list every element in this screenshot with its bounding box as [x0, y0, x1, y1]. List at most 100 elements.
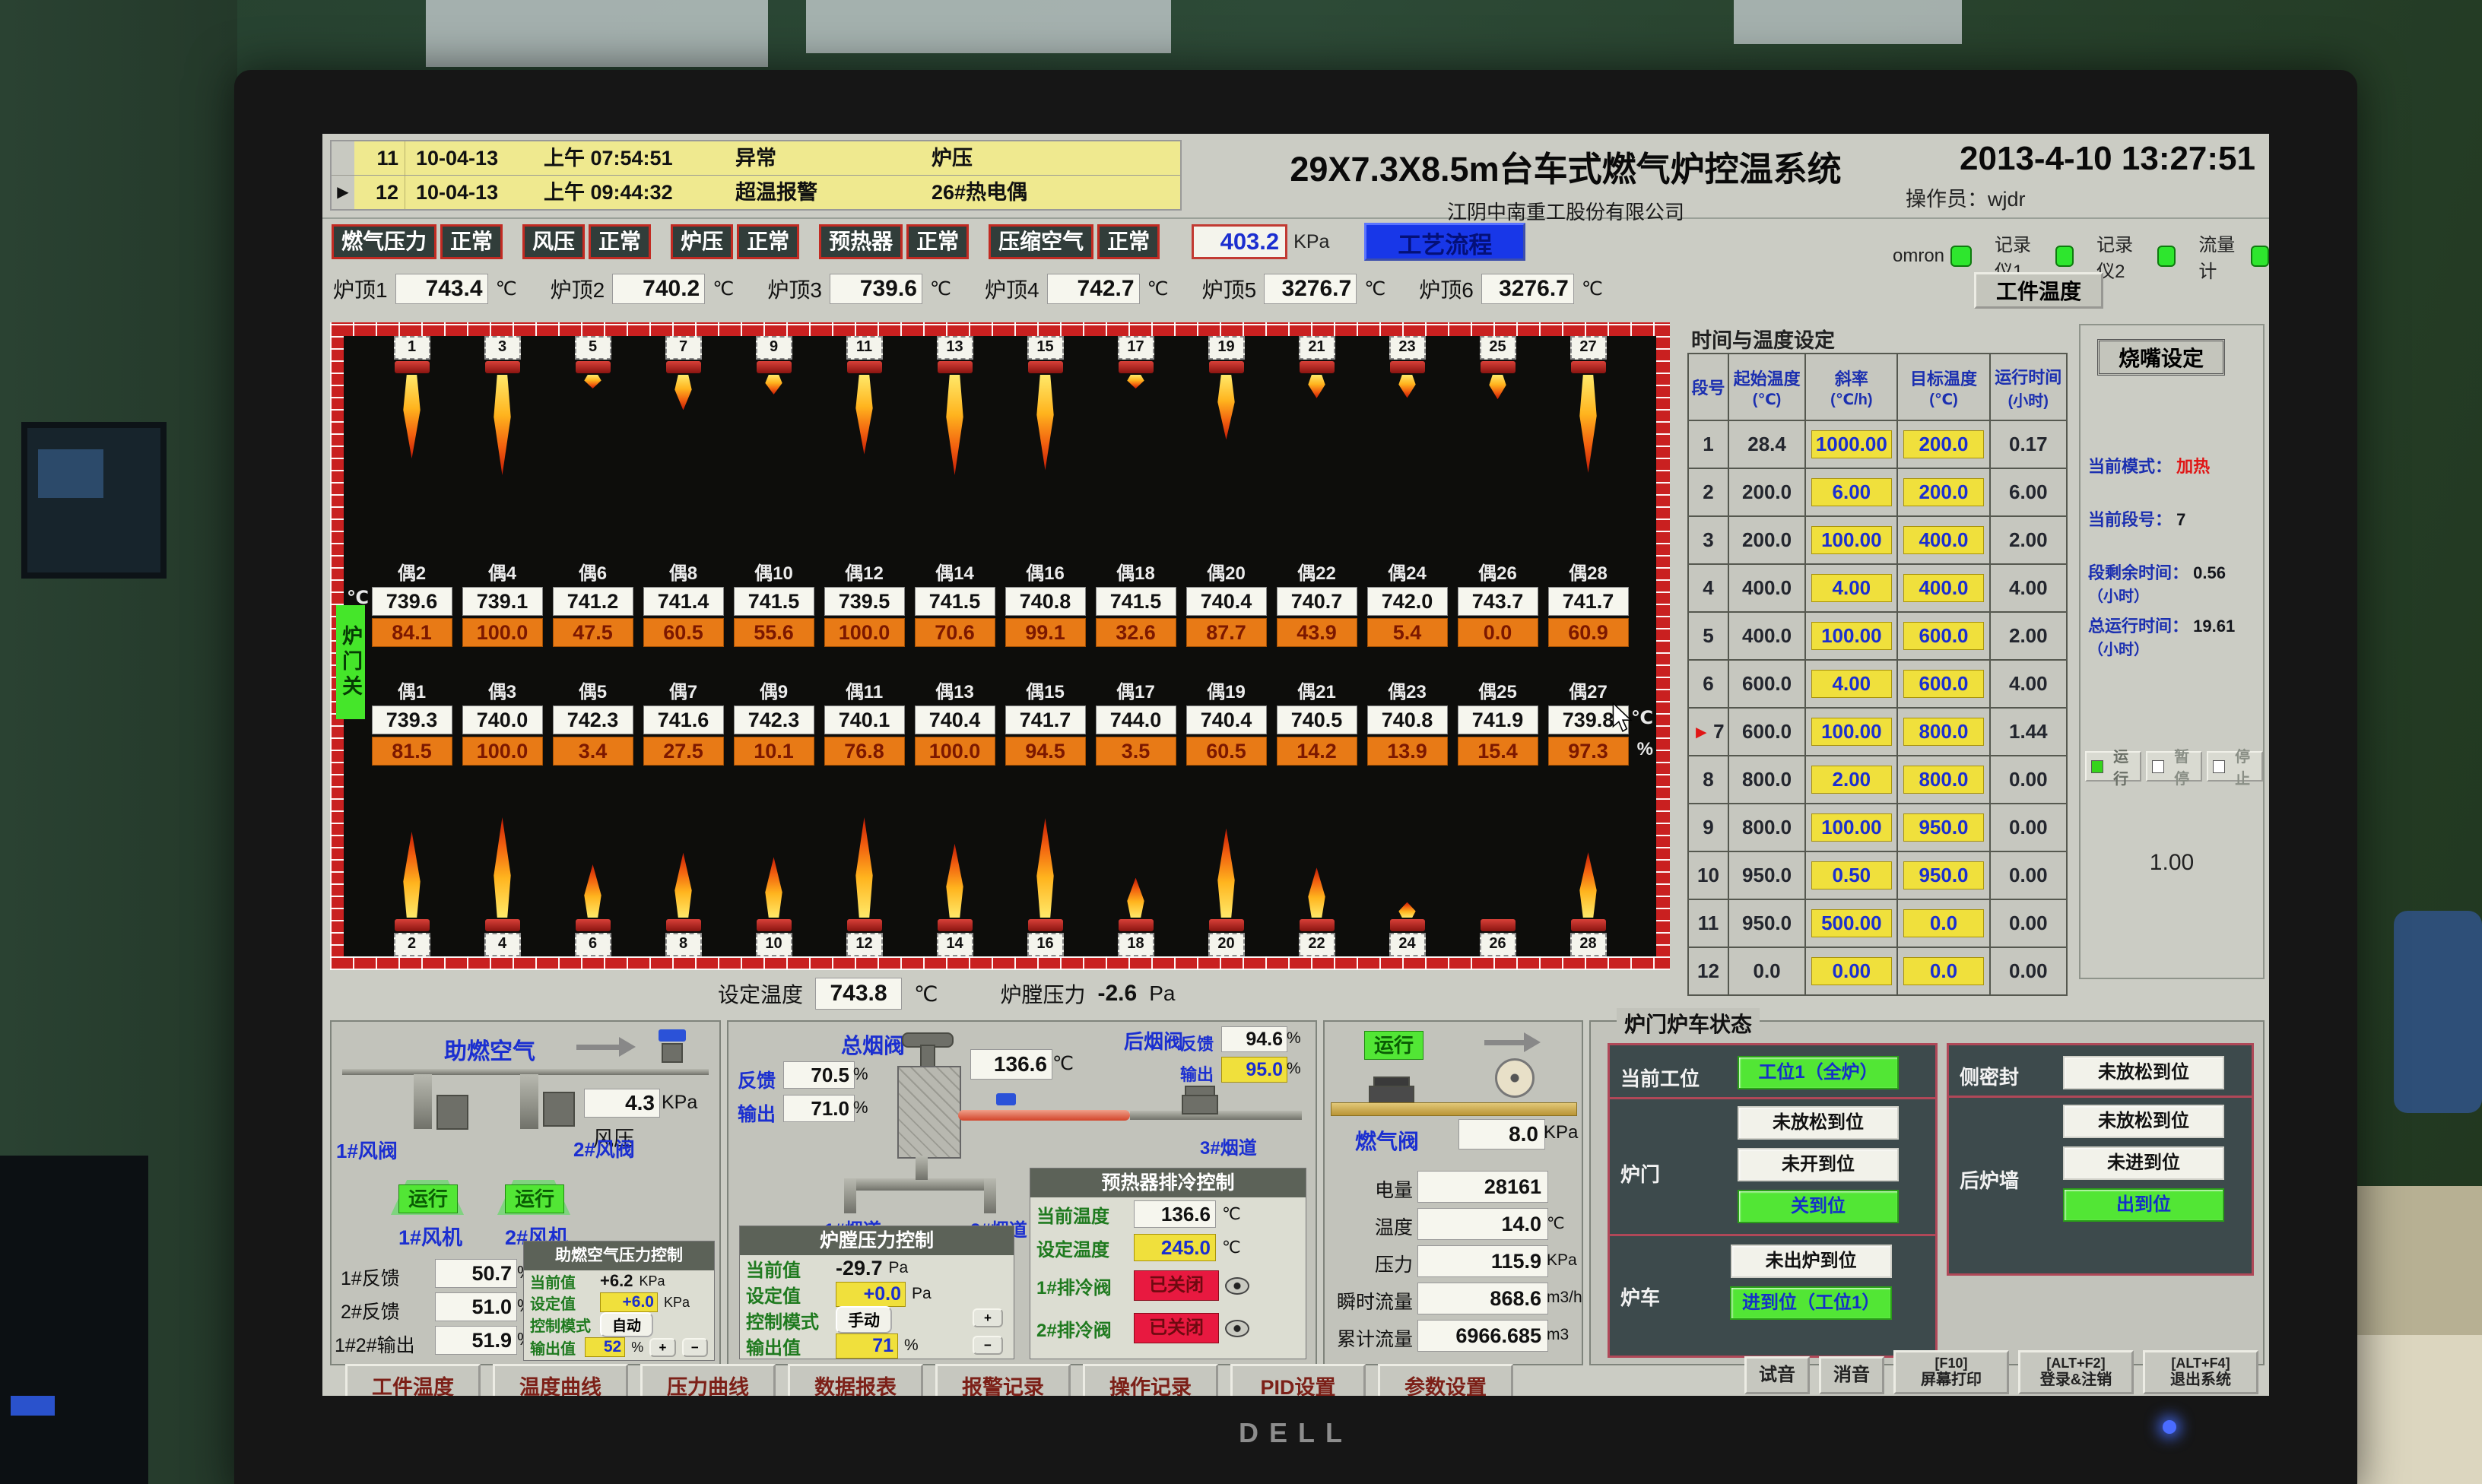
thermocouple-output-pct: 97.3	[1548, 737, 1629, 766]
schedule-target-value[interactable]: 600.0	[1903, 622, 1984, 650]
thermocouple-readout: 偶2739.684.1	[367, 558, 457, 647]
schedule-target-value[interactable]: 950.0	[1903, 813, 1984, 842]
thermocouple-temp: 740.7	[1277, 587, 1357, 616]
schedule-slope-value[interactable]: 0.00	[1811, 957, 1892, 985]
schedule-slope-value[interactable]: 0.50	[1811, 861, 1892, 889]
precool-valve1-eye-icon[interactable]	[1225, 1277, 1249, 1295]
run-button[interactable]: 运行	[2085, 751, 2141, 782]
chamber-plus-button[interactable]: +	[973, 1308, 1003, 1327]
burner-body-icon	[1481, 919, 1516, 931]
air-output-minus-button[interactable]: −	[682, 1338, 708, 1357]
gas-pressure-value: 403.2	[1192, 224, 1287, 259]
background-poster	[806, 0, 1171, 53]
schedule-target-value[interactable]: 400.0	[1903, 574, 1984, 602]
schedule-target-cell: 0.0	[1897, 947, 1989, 995]
nav-tab[interactable]: 报警记录	[935, 1364, 1071, 1396]
nav-tab[interactable]: 操作记录	[1083, 1364, 1218, 1396]
schedule-start-temp: 600.0	[1728, 708, 1805, 756]
schedule-target-value[interactable]: 0.0	[1903, 909, 1984, 937]
schedule-target-cell: 800.0	[1897, 708, 1989, 756]
pause-button[interactable]: 暂停	[2146, 751, 2202, 782]
air-title: 助燃空气	[444, 1032, 535, 1066]
run-control-buttons: 运行 暂停 停止	[2085, 751, 2263, 782]
burner-body-icon	[847, 361, 882, 373]
schedule-slope-value[interactable]: 4.00	[1811, 574, 1892, 602]
status-badge-state: 正常	[589, 224, 651, 259]
workpiece-temp-button[interactable]: 工件温度	[1974, 272, 2103, 309]
thermocouple-output-pct: 70.6	[915, 618, 995, 647]
thermocouple-readout: 偶8741.460.5	[638, 558, 728, 647]
thermocouple-readout: 偶23740.813.9	[1362, 677, 1452, 766]
system-button[interactable]: [ALT+F4]退出系统	[2143, 1350, 2258, 1394]
flame-icon	[1306, 867, 1328, 918]
chamber-set-value[interactable]: +0.0	[836, 1282, 906, 1307]
alarm-active-marker: ▶	[332, 176, 354, 209]
air-mode-button[interactable]: 自动	[600, 1312, 653, 1337]
precool-valve2-eye-icon[interactable]	[1225, 1320, 1249, 1337]
stop-button[interactable]: 停止	[2207, 751, 2263, 782]
schedule-target-value[interactable]: 200.0	[1903, 430, 1984, 458]
gas-row-unit: ℃	[1547, 1214, 1565, 1233]
schedule-target-value[interactable]: 800.0	[1903, 766, 1984, 794]
schedule-segment-cell: 10	[1688, 851, 1728, 899]
schedule-slope-cell: 100.00	[1805, 804, 1897, 851]
state-box: 工位1（全炉）	[1738, 1056, 1899, 1089]
schedule-slope-value[interactable]: 100.00	[1811, 718, 1892, 746]
status-badge-state: 正常	[906, 224, 969, 259]
thermocouple-label: 偶19	[1207, 677, 1246, 703]
gas-row-value: 868.6	[1417, 1283, 1548, 1314]
process-flow-button[interactable]: 工艺流程	[1364, 223, 1525, 261]
schedule-segment-cell: 6	[1688, 660, 1728, 708]
alarm-row[interactable]: ▶1210-04-13上午 09:44:32超温报警26#热电偶	[332, 176, 1180, 209]
schedule-slope-cell: 4.00	[1805, 564, 1897, 612]
schedule-slope-value[interactable]: 4.00	[1811, 670, 1892, 698]
rear-output-value[interactable]: 95.0	[1221, 1057, 1287, 1083]
nav-tab[interactable]: 压力曲线	[640, 1364, 776, 1396]
schedule-slope-value[interactable]: 100.00	[1811, 526, 1892, 554]
chamber-output-value[interactable]: 71	[836, 1333, 898, 1359]
system-button[interactable]: 消音	[1819, 1356, 1884, 1394]
thermocouple-output-pct: 32.6	[1096, 618, 1176, 647]
roof-temp-value: 743.4	[395, 274, 488, 304]
schedule-target-value[interactable]: 400.0	[1903, 526, 1984, 554]
schedule-slope-value[interactable]: 100.00	[1811, 622, 1892, 650]
schedule-slope-value[interactable]: 500.00	[1811, 909, 1892, 937]
nav-tab[interactable]: 参数设置	[1378, 1364, 1513, 1396]
schedule-target-value[interactable]: 200.0	[1903, 478, 1984, 506]
burner-column: 14	[909, 813, 1000, 956]
thermocouple-readout: 偶15741.794.5	[1000, 677, 1090, 766]
nav-tab[interactable]: 温度曲线	[493, 1364, 628, 1396]
schedule-target-value[interactable]: 800.0	[1903, 718, 1984, 746]
air-output-value[interactable]: 52	[585, 1337, 625, 1357]
air-output-plus-button[interactable]: +	[649, 1338, 675, 1357]
schedule-target-cell: 950.0	[1897, 804, 1989, 851]
thermocouple-temp: 741.4	[643, 587, 724, 616]
alarm-row[interactable]: 1110-04-13上午 07:54:51异常炉压	[332, 141, 1180, 176]
schedule-slope-value[interactable]: 2.00	[1811, 766, 1892, 794]
schedule-target-value[interactable]: 950.0	[1903, 861, 1984, 889]
chamber-output-unit: %	[904, 1337, 919, 1355]
schedule-slope-value[interactable]: 1000.00	[1811, 430, 1892, 458]
total-runtime-unit: （小时）	[2088, 642, 2149, 658]
nav-tab[interactable]: 数据报表	[788, 1364, 923, 1396]
schedule-target-value[interactable]: 0.0	[1903, 957, 1984, 985]
thermocouple-label: 偶25	[1478, 677, 1517, 703]
system-button[interactable]: [ALT+F2]登录&注销	[2018, 1350, 2134, 1394]
precool-set-value[interactable]: 245.0	[1134, 1234, 1216, 1261]
nav-tab[interactable]: 工件温度	[345, 1364, 481, 1396]
schedule-target-value[interactable]: 600.0	[1903, 670, 1984, 698]
system-button[interactable]: [F10]屏幕打印	[1893, 1350, 2009, 1394]
green-led-icon	[2157, 246, 2176, 267]
chamber-mode-button[interactable]: 手动	[836, 1306, 892, 1333]
air-set-value[interactable]: +6.0	[600, 1292, 658, 1312]
status-badge: 预热器正常	[819, 224, 969, 259]
system-button[interactable]: 试音	[1744, 1356, 1810, 1394]
nav-tab[interactable]: PID设置	[1230, 1364, 1366, 1396]
burner-settings-button[interactable]: 烧嘴设定	[2097, 339, 2225, 376]
status-badge: 压缩空气正常	[989, 224, 1160, 259]
schedule-slope-value[interactable]: 100.00	[1811, 813, 1892, 842]
gas-row-value: 6966.685	[1417, 1320, 1548, 1352]
schedule-target-cell: 800.0	[1897, 756, 1989, 804]
schedule-slope-value[interactable]: 6.00	[1811, 478, 1892, 506]
chamber-minus-button[interactable]: −	[973, 1336, 1003, 1355]
